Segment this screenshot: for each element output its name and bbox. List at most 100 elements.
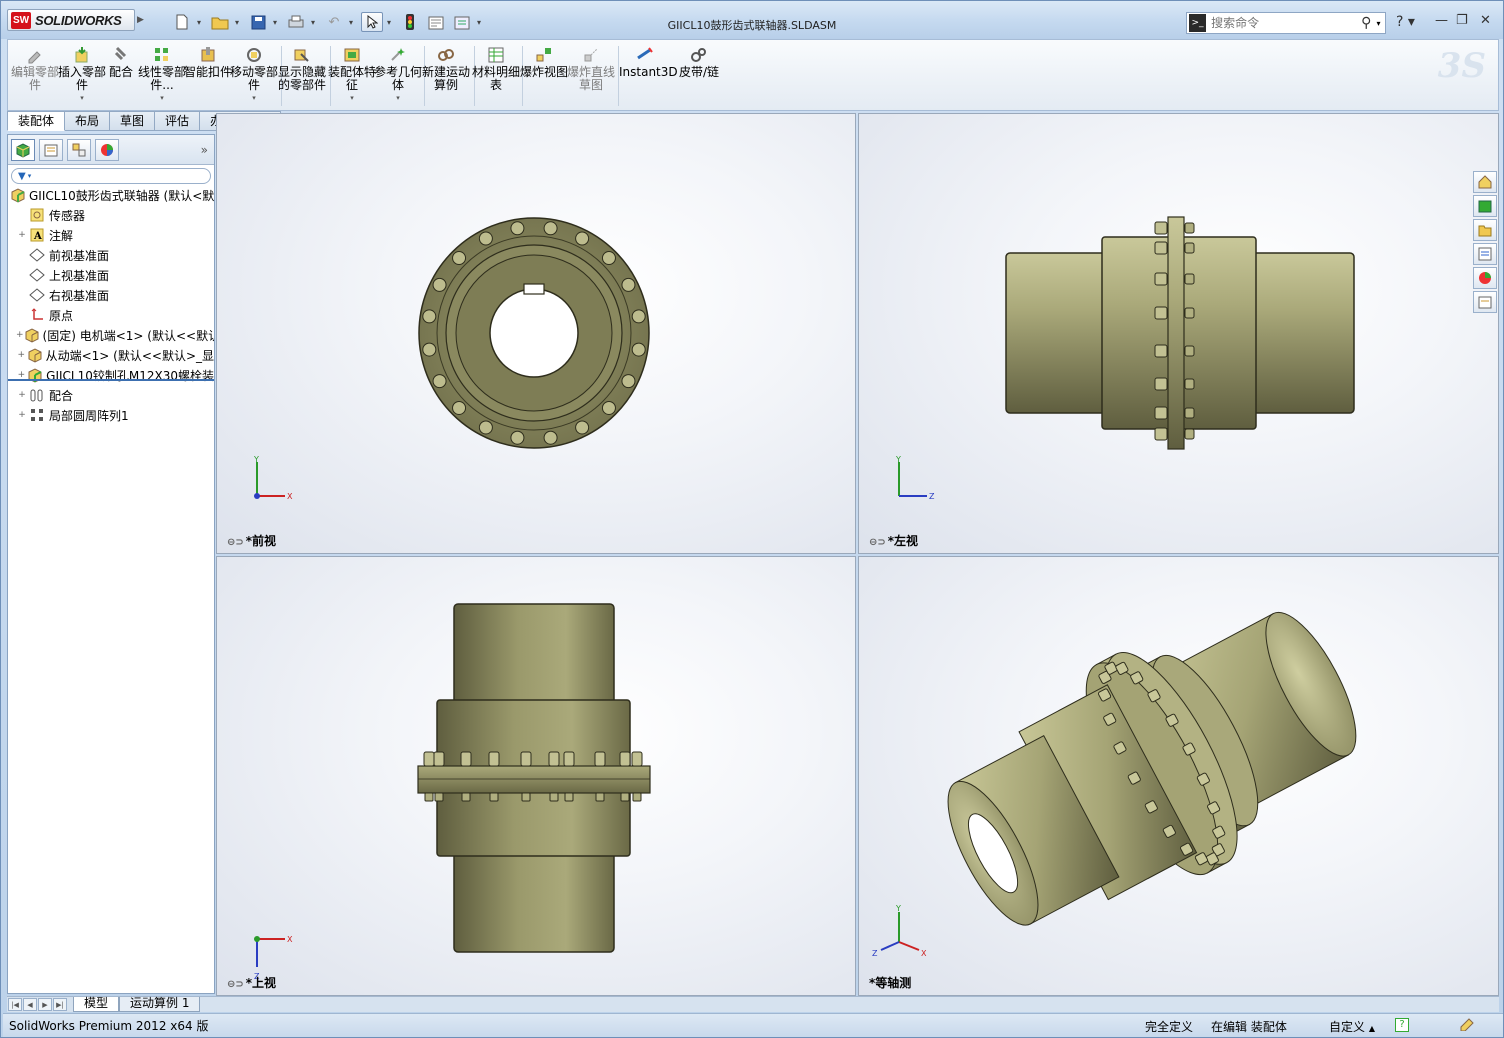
search-icon[interactable]: ⚲ — [1361, 15, 1376, 31]
tree-rollback-bar[interactable] — [8, 379, 214, 381]
tree-item-circular-pattern[interactable]: + 局部圆周阵列1 — [8, 405, 214, 425]
tree-expander[interactable]: + — [16, 350, 27, 360]
linear-pattern-button[interactable]: 线性零部件... ▾ — [138, 46, 186, 105]
tree-item-top-plane[interactable]: 上视基准面 — [8, 265, 214, 285]
link-views-icon[interactable]: ⊖⊃ — [227, 979, 244, 990]
bill-of-materials-button[interactable]: 材料明细表 — [472, 46, 520, 92]
new-motion-study-button[interactable]: 新建运动算例 — [422, 46, 470, 92]
tab-layout[interactable]: 布局 — [65, 111, 111, 131]
prev-tab-icon[interactable]: ◀ — [23, 998, 37, 1011]
tab-model[interactable]: 模型 — [73, 997, 120, 1012]
edit-component-label: 编辑零部件 — [11, 65, 60, 92]
move-component-button[interactable]: 移动零部件 ▾ — [230, 46, 278, 105]
bolt-head — [1154, 427, 1168, 441]
tree-item-label: 原点 — [49, 308, 74, 323]
filter-dropdown-icon[interactable]: ▾ — [28, 172, 32, 180]
bolt-head — [601, 400, 616, 415]
tree-expander[interactable]: + — [16, 410, 28, 420]
tree-item-right-plane[interactable]: 右视基准面 — [8, 285, 214, 305]
bolt-head — [575, 420, 590, 435]
design-library-icon[interactable] — [1473, 195, 1497, 217]
feature-manager-tab-icon[interactable] — [11, 138, 35, 161]
status-units[interactable]: 自定义 ▲ — [1329, 1018, 1375, 1035]
property-manager-tab-icon[interactable] — [39, 138, 63, 161]
annotation-icon: A — [28, 227, 46, 243]
filter-icon: ▼ — [18, 170, 26, 182]
rebuild-status-icon[interactable] — [1459, 1017, 1475, 1034]
explode-line-sketch-button[interactable]: 爆炸直线草图 — [567, 46, 615, 92]
home-icon[interactable] — [1473, 171, 1497, 193]
view-palette-icon[interactable] — [1473, 243, 1497, 265]
tab-evaluate[interactable]: 评估 — [155, 111, 201, 131]
linear-pattern-dropdown-icon[interactable]: ▾ — [138, 92, 186, 105]
exploded-view-button[interactable]: 爆炸视图 — [520, 46, 568, 79]
viewport-label-top: ⊖⊃ *上视 — [227, 976, 277, 990]
close-icon[interactable]: ✕ — [1480, 13, 1491, 28]
configuration-manager-tab-icon[interactable] — [67, 138, 91, 161]
show-hidden-components-button[interactable]: 显示隐藏的零部件 — [278, 46, 326, 92]
link-views-icon[interactable]: ⊖⊃ — [869, 537, 886, 548]
insert-dropdown-icon[interactable]: ▾ — [58, 92, 106, 105]
edit-component-button[interactable]: 编辑零部件 — [11, 46, 59, 92]
minimize-icon[interactable]: — — [1435, 13, 1448, 28]
tab-sketch[interactable]: 草图 — [110, 111, 156, 131]
tree-item-driven-end[interactable]: + 从动端<1> (默认<<默认>_显 — [8, 345, 214, 365]
viewport-front[interactable]: Y X ⊖⊃ *前视 — [216, 113, 856, 554]
bolt-head — [432, 277, 447, 292]
bolt-head — [548, 751, 560, 767]
search-dropdown-icon[interactable]: ▾ — [1376, 19, 1385, 28]
show-hidden-icon — [294, 49, 309, 62]
units-dropdown-icon[interactable]: ▲ — [1369, 1024, 1375, 1033]
tree-item-mates[interactable]: + 配合 — [8, 385, 214, 405]
tab-motion-study-1[interactable]: 运动算例 1 — [119, 997, 201, 1012]
assembly-features-dropdown-icon[interactable]: ▾ — [328, 92, 376, 105]
display-manager-tab-icon[interactable] — [95, 138, 119, 161]
top-view-model[interactable] — [217, 557, 856, 996]
reference-geometry-dropdown-icon[interactable]: ▾ — [374, 92, 422, 105]
front-view-model[interactable] — [217, 114, 856, 554]
viewport-top[interactable]: Z X ⊖⊃ *上视 — [216, 556, 856, 996]
reference-geometry-button[interactable]: 参考几何体 ▾ — [374, 46, 422, 105]
left-view-model[interactable] — [859, 114, 1499, 554]
tree-expander[interactable]: + — [16, 330, 24, 340]
tree-item-motor-end[interactable]: + (固定) 电机端<1> (默认<<默认 — [8, 325, 214, 345]
tree-item-annotations[interactable]: + A 注解 — [8, 225, 214, 245]
tab-assembly[interactable]: 装配体 — [7, 111, 66, 131]
tree-item-origin[interactable]: 原点 — [8, 305, 214, 325]
panel-expand-icon[interactable]: » — [201, 143, 208, 157]
tree-item-front-plane[interactable]: 前视基准面 — [8, 245, 214, 265]
help-icon[interactable]: ? ▾ — [1396, 14, 1415, 30]
isometric-view-model[interactable] — [859, 557, 1499, 996]
quick-tips-icon[interactable]: ? — [1395, 1018, 1409, 1032]
appearances-icon[interactable] — [1473, 267, 1497, 289]
tree-root-assembly[interactable]: GIICL10鼓形齿式联轴器 (默认<默 — [8, 185, 214, 205]
smart-fasteners-button[interactable]: 智能扣件 — [184, 46, 232, 79]
next-tab-icon[interactable]: ▶ — [38, 998, 52, 1011]
last-tab-icon[interactable]: ▶| — [53, 998, 67, 1011]
tree-filter-input[interactable]: ▼ ▾ — [11, 168, 211, 184]
move-dropdown-icon[interactable]: ▾ — [230, 92, 278, 105]
bolt-head — [432, 374, 447, 389]
link-views-icon[interactable]: ⊖⊃ — [227, 537, 244, 548]
bottom-tab-bar: |◀ ◀ ▶ ▶| 模型 运动算例 1 — [7, 996, 1499, 1012]
tree-expander[interactable]: + — [16, 390, 28, 400]
custom-properties-icon[interactable] — [1473, 291, 1497, 313]
tree-expander[interactable]: + — [16, 230, 28, 240]
tree-item-bolt-subassembly[interactable]: + GIICL10铰制孔M12X30螺栓装 — [8, 365, 214, 385]
file-explorer-icon[interactable] — [1473, 219, 1497, 241]
viewport-left[interactable]: Y Z ⊖⊃ *左视 — [858, 113, 1499, 554]
bolt-head — [1154, 406, 1168, 420]
command-prompt-icon: >_ — [1189, 14, 1207, 32]
viewport-isometric[interactable]: Y X Z *等轴测 — [858, 556, 1499, 996]
tree-item-sensors[interactable]: 传感器 — [8, 205, 214, 225]
first-tab-icon[interactable]: |◀ — [8, 998, 22, 1011]
tree-item-label: 上视基准面 — [49, 268, 110, 283]
assembly-features-button[interactable]: 装配体特征 ▾ — [328, 46, 376, 105]
instant3d-button[interactable]: Instant3D — [619, 46, 678, 79]
restore-icon[interactable]: ❐ — [1456, 13, 1468, 28]
search-input[interactable] — [1206, 16, 1362, 30]
status-units-label: 自定义 — [1329, 1020, 1366, 1034]
belt-chain-button[interactable]: 皮带/链 — [675, 46, 723, 79]
exploded-view-label: 爆炸视图 — [520, 65, 569, 79]
search-commands-box[interactable]: >_ ⚲ ▾ — [1186, 12, 1386, 34]
